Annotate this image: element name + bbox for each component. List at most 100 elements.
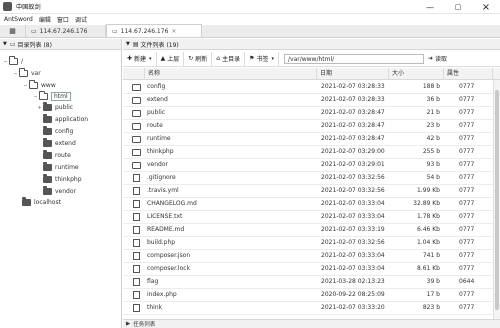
tab-shell-2[interactable]: ▭ 114.67.246.176 × [106, 24, 202, 37]
table-row[interactable]: index.php 2020-09-22 08:25:09 17 b 0777 [123, 289, 493, 302]
folder-icon [132, 84, 141, 91]
tree-node-application[interactable]: application [43, 114, 88, 125]
file-date: 2021-02-07 03:29:01 [321, 161, 385, 168]
tree-node-thinkphp[interactable]: thinkphp [43, 174, 82, 185]
file-size: 188 b [422, 83, 440, 90]
file-name: think [147, 304, 163, 311]
table-row[interactable]: vendor 2021-02-07 03:29:01 93 b 0777 [123, 159, 493, 172]
table-row[interactable]: route 2021-02-07 03:28:47 23 b 0777 [123, 120, 493, 133]
tree-node-config[interactable]: config [43, 126, 73, 137]
table-row[interactable]: build.php 2021-02-07 03:32:56 1.04 Kb 0777 [123, 237, 493, 250]
file-date: 2021-03-28 02:13:23 [321, 278, 385, 285]
table-row[interactable]: README.md 2021-02-07 03:33:19 6.46 Kb 0777 [123, 224, 493, 237]
new-button[interactable]: ✚ 新建 ▾ [123, 51, 157, 66]
table-row[interactable]: LICENSE.txt 2021-02-07 03:33:04 1.78 Kb 077… [123, 211, 493, 224]
tree-node-www[interactable]: − www [22, 80, 56, 91]
vertical-scrollbar[interactable] [493, 80, 500, 320]
table-row[interactable]: config 2021-02-07 03:28:33 188 b 0777 [123, 81, 493, 94]
tree-node-runtime[interactable]: runtime [43, 162, 79, 173]
tree-header[interactable]: ▼ ▭ 目录列表 (8) [0, 39, 121, 50]
tree-node-var[interactable]: − var [12, 68, 41, 79]
table-row[interactable]: thinkphp 2021-02-07 03:29:00 255 b 0777 [123, 146, 493, 159]
file-date: 2021-02-07 03:29:00 [321, 148, 385, 155]
path-input[interactable]: /var/www/html/ [284, 53, 424, 64]
folder-icon: ▭ [112, 27, 118, 35]
folder-icon [132, 110, 141, 117]
tree-toggle-icon[interactable]: − [32, 94, 39, 100]
file-size: 741 b [422, 252, 440, 259]
folder-icon [43, 126, 52, 135]
menu-edit[interactable]: 编辑 [39, 15, 51, 24]
task-list-bar[interactable]: ▶ 任务列表 [123, 319, 500, 328]
file-list-panel: ▼ ▤ 文件列表 (19) ✚ 新建 ▾ ▲ 上层 ↻ 刷新 ⌂ 主目录 ⚑ 书… [123, 39, 500, 328]
file-perm: 0777 [459, 148, 475, 155]
tab-shell-1[interactable]: ▭ 114.67.246.176 [26, 25, 106, 37]
tree-node-label: extend [55, 140, 76, 147]
tree-node-label: localhost [34, 199, 61, 206]
tree-toggle-icon[interactable]: − [2, 59, 9, 65]
menu-window[interactable]: 窗口 [57, 15, 69, 24]
refresh-button[interactable]: ↻ 刷新 [184, 51, 213, 66]
home-button[interactable]: ⌂ 主目录 [212, 51, 246, 66]
tree-toggle-icon[interactable]: − [12, 71, 19, 77]
table-row[interactable]: flag 2021-03-28 02:13:23 39 b 0644 [123, 276, 493, 289]
file-date: 2021-02-07 03:28:33 [321, 96, 385, 103]
tree-node-label: var [31, 70, 41, 77]
file-date: 2021-02-07 03:33:20 [321, 304, 385, 311]
file-perm: 0777 [459, 135, 475, 142]
folder-icon [43, 150, 52, 159]
menu-antsword[interactable]: AntSword [4, 16, 33, 23]
close-button[interactable]: × [472, 0, 500, 14]
tree-node-root[interactable]: − / [2, 56, 23, 67]
table-row[interactable]: .gitignore 2021-02-07 03:32:56 54 b 0777 [123, 172, 493, 185]
menu-debug[interactable]: 调试 [75, 15, 87, 24]
folder-icon [132, 123, 141, 130]
table-row[interactable]: runtime 2021-02-07 03:28:47 42 b 0777 [123, 133, 493, 146]
file-size: 1.99 Kb [416, 187, 440, 194]
tree-toggle-icon[interactable]: − [22, 83, 29, 89]
file-date: 2021-02-07 03:28:47 [321, 109, 385, 116]
tree-node-public[interactable]: + public [36, 102, 73, 113]
task-list-label: 任务列表 [133, 322, 156, 328]
file-date: 2021-02-07 03:32:56 [321, 187, 385, 194]
table-row[interactable]: extend 2021-02-07 03:28:33 36 b 0777 [123, 94, 493, 107]
read-button[interactable]: ➜ 读取 [428, 54, 447, 63]
up-button[interactable]: ▲ 上层 [157, 51, 185, 66]
file-icon: ▤ [132, 40, 139, 48]
table-row[interactable]: .travis.yml 2021-02-07 03:32:56 1.99 Kb 077… [123, 185, 493, 198]
tree-node-html[interactable]: − html [32, 91, 71, 102]
app-title: 中国蚁剑 [16, 4, 41, 11]
tree-node-vendor[interactable]: vendor [43, 186, 76, 197]
plus-icon: ✚ [127, 55, 133, 62]
folder-open-icon [39, 91, 48, 100]
file-name: LICENSE.txt [147, 213, 183, 220]
tree-node-localhost[interactable]: localhost [22, 197, 61, 208]
tab-close-icon[interactable]: × [171, 28, 176, 35]
tree-node-extend[interactable]: extend [43, 138, 76, 149]
bookmark-icon: ⚑ [249, 55, 255, 62]
column-date[interactable]: 日期 [317, 68, 389, 80]
file-name: runtime [147, 135, 171, 142]
maximize-button[interactable]: ▢ [444, 0, 472, 14]
tree-toggle-icon[interactable]: + [36, 105, 43, 111]
column-perm[interactable]: 属性 [444, 68, 493, 80]
column-size[interactable]: 大小 [389, 68, 444, 80]
column-name[interactable]: 名称 [145, 68, 317, 80]
tree-node-route[interactable]: route [43, 150, 71, 161]
table-row[interactable]: composer.json 2021-02-07 03:33:04 741 b 077… [123, 250, 493, 263]
table-row[interactable]: think 2021-02-07 03:33:20 823 b 0777 [123, 302, 493, 315]
folder-icon: ▭ [31, 27, 37, 35]
file-name: index.php [147, 291, 177, 298]
table-row[interactable]: public 2021-02-07 03:28:47 21 b 0777 [123, 107, 493, 120]
folder-icon [132, 136, 141, 143]
file-list-header[interactable]: ▼ ▤ 文件列表 (19) [123, 39, 500, 50]
scrollbar-thumb[interactable] [495, 90, 499, 310]
file-icon [133, 304, 140, 312]
file-perm: 0777 [459, 226, 475, 233]
file-perm: 0777 [459, 304, 475, 311]
bookmark-button[interactable]: ⚑ 书签 ▾ [245, 51, 279, 66]
table-row[interactable]: composer.lock 2021-02-07 03:33:04 8.61 Kb 0… [123, 263, 493, 276]
tab-home[interactable]: ▦ [0, 25, 26, 37]
minimize-button[interactable]: — [416, 0, 444, 14]
table-row[interactable]: CHANGELOG.md 2021-02-07 03:33:04 32.89 Kb 0… [123, 198, 493, 211]
